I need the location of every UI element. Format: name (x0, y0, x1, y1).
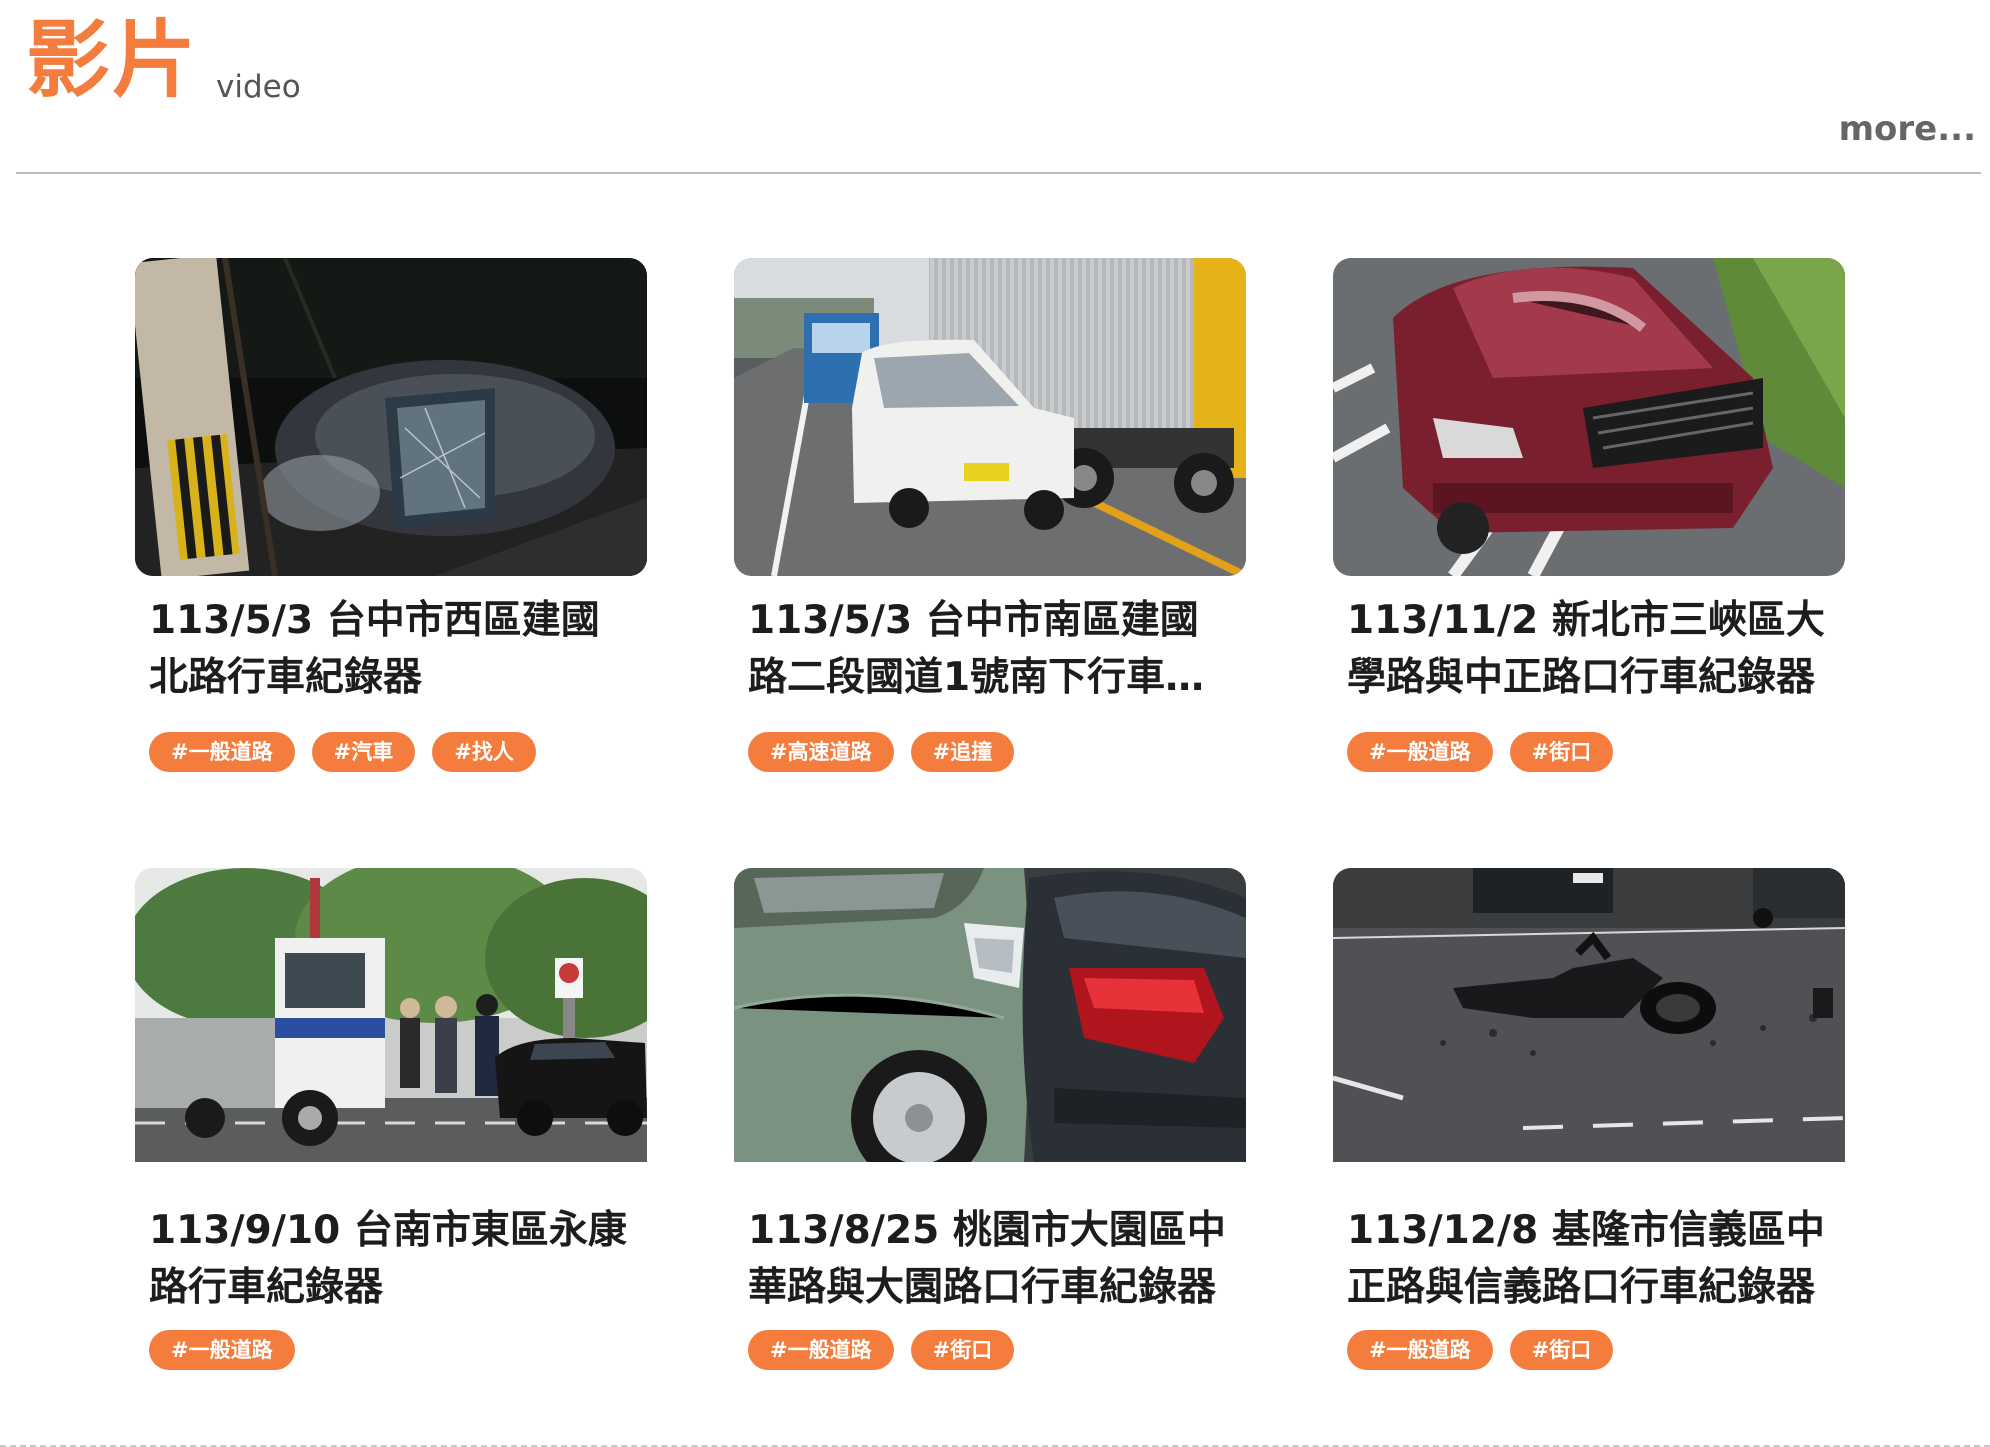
thumbnail-image (734, 258, 1246, 576)
tag-chip[interactable]: #追撞 (910, 732, 1015, 772)
video-card[interactable]: 113/9/10 台南市東區永康路行車紀錄器 #一般道路 (135, 868, 647, 1428)
tag-list: #一般道路 #街口 (1347, 1330, 1845, 1370)
tag-list: #一般道路 (149, 1330, 647, 1370)
video-card[interactable]: 113/5/3 台中市南區建國路二段國道1號南下行車紀錄器 #高速道路 #追撞 (734, 258, 1246, 868)
tag-chip[interactable]: #找人 (432, 732, 536, 772)
tag-chip[interactable]: #一般道路 (1347, 732, 1493, 772)
video-grid: 113/5/3 台中市西區建國北路行車紀錄器 #一般道路 #汽車 #找人 113… (135, 258, 1845, 1428)
tag-chip[interactable]: #一般道路 (149, 1330, 295, 1370)
video-card[interactable]: 113/5/3 台中市西區建國北路行車紀錄器 #一般道路 #汽車 #找人 (135, 258, 647, 868)
header-divider (16, 172, 1981, 174)
video-title[interactable]: 113/12/8 基隆市信義區中正路與信義路口行車紀錄器 (1347, 1202, 1831, 1316)
tag-chip[interactable]: #街口 (910, 1330, 1015, 1370)
tag-chip[interactable]: #一般道路 (1347, 1330, 1493, 1370)
video-thumbnail[interactable] (734, 258, 1246, 576)
thumbnail-image (1333, 258, 1845, 576)
section-subtitle: video (216, 69, 301, 105)
video-thumbnail[interactable] (1333, 258, 1845, 576)
section-title: 影片 (26, 11, 199, 109)
tag-list: #一般道路 #汽車 #找人 (149, 732, 647, 772)
video-title[interactable]: 113/5/3 台中市南區建國路二段國道1號南下行車紀錄器 (748, 592, 1232, 706)
video-thumbnail[interactable] (135, 258, 647, 576)
video-card[interactable]: 113/11/2 新北市三峽區大學路與中正路口行車紀錄器 #一般道路 #街口 (1333, 258, 1845, 868)
thumbnail-image (135, 868, 647, 1162)
tag-list: #高速道路 #追撞 (748, 732, 1246, 772)
tag-list: #一般道路 #街口 (748, 1330, 1246, 1370)
tag-chip[interactable]: #汽車 (311, 732, 416, 772)
video-title[interactable]: 113/11/2 新北市三峽區大學路與中正路口行車紀錄器 (1347, 592, 1831, 706)
section-header: 影片 video more... (0, 0, 1990, 175)
video-title[interactable]: 113/9/10 台南市東區永康路行車紀錄器 (149, 1202, 633, 1316)
video-thumbnail[interactable] (1333, 868, 1845, 1186)
video-title[interactable]: 113/8/25 桃園市大園區中華路與大園路口行車紀錄器 (748, 1202, 1232, 1316)
tag-chip[interactable]: #高速道路 (748, 732, 894, 772)
tag-chip[interactable]: #街口 (1509, 1330, 1614, 1370)
video-title[interactable]: 113/5/3 台中市西區建國北路行車紀錄器 (149, 592, 633, 706)
tag-list: #一般道路 #街口 (1347, 732, 1845, 772)
tag-chip[interactable]: #一般道路 (748, 1330, 894, 1370)
video-card[interactable]: 113/8/25 桃園市大園區中華路與大園路口行車紀錄器 #一般道路 #街口 (734, 868, 1246, 1428)
more-link[interactable]: more... (1839, 112, 1976, 146)
thumbnail-image (135, 258, 647, 576)
video-thumbnail[interactable] (135, 868, 647, 1186)
video-card[interactable]: 113/12/8 基隆市信義區中正路與信義路口行車紀錄器 #一般道路 #街口 (1333, 868, 1845, 1428)
video-thumbnail[interactable] (734, 868, 1246, 1186)
tag-chip[interactable]: #一般道路 (149, 732, 295, 772)
tag-chip[interactable]: #街口 (1509, 732, 1614, 772)
thumbnail-image (734, 868, 1246, 1162)
thumbnail-image (1333, 868, 1845, 1162)
